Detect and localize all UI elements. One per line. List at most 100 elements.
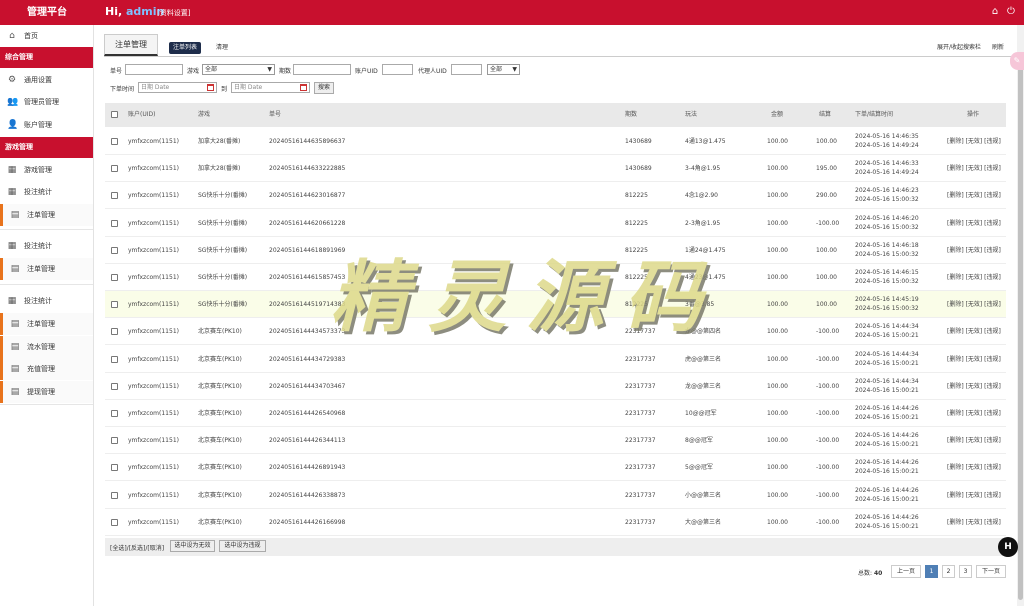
- cell-account: ymfxzcom(1151): [128, 518, 179, 526]
- sidebar-item-bet-stats-3[interactable]: ▦ 投注统计: [0, 290, 93, 312]
- row-checkbox[interactable]: [111, 355, 118, 363]
- row-actions[interactable]: [删除] [无效] [违规]: [947, 155, 1001, 182]
- row-checkbox[interactable]: [111, 382, 118, 390]
- row-actions[interactable]: [删除] [无效] [违规]: [947, 318, 1001, 345]
- profile-settings-link[interactable]: [资料设置]: [157, 8, 190, 18]
- game-select[interactable]: 全部 ▼: [202, 64, 275, 75]
- page-button[interactable]: 2: [942, 565, 955, 578]
- home-icon[interactable]: ⌂: [989, 6, 1001, 18]
- row-checkbox[interactable]: [111, 138, 118, 145]
- subtab-order-list[interactable]: 注单列表: [169, 42, 202, 54]
- table-row[interactable]: ymfxzcom(1151) 北京赛车(PK10) 2024051614443470…: [105, 373, 1006, 400]
- tab-order-management[interactable]: 注单管理: [104, 34, 158, 56]
- sidebar-item-withdraw-management[interactable]: ▤ 提现管理: [0, 381, 93, 403]
- row-checkbox[interactable]: [111, 491, 118, 499]
- row-checkbox[interactable]: [111, 437, 118, 445]
- document-icon: ▤: [10, 342, 20, 352]
- row-actions[interactable]: [删除] [无效] [违规]: [947, 373, 1001, 400]
- page-button[interactable]: 1: [925, 565, 938, 578]
- document-icon: ▤: [10, 264, 20, 274]
- row-checkbox[interactable]: [111, 410, 118, 417]
- account-uid-label: 账户UID: [355, 68, 378, 75]
- cell-account: ymfxzcom(1151): [128, 219, 179, 227]
- table-row[interactable]: ymfxzcom(1151) 北京赛车(PK10) 2024051614442689…: [105, 454, 1006, 482]
- sidebar-item-bet-stats-2[interactable]: ▦ 投注统计: [0, 235, 93, 257]
- table-row[interactable]: ymfxzcom(1151) 北京赛车(PK10) 2024051614442654…: [105, 400, 1006, 427]
- table-row[interactable]: ymfxzcom(1151) SG快乐十分(番摊) 2024051614462066…: [105, 210, 1006, 237]
- row-actions[interactable]: [删除] [无效] [违规]: [947, 427, 1001, 454]
- row-actions[interactable]: [删除] [无效] [违规]: [947, 346, 1001, 373]
- table-row[interactable]: ymfxzcom(1151) 加拿大28(番摊) 20240516144635896…: [105, 128, 1006, 155]
- select-links[interactable]: [全选]/[反选]/[取消]: [110, 543, 164, 552]
- row-checkbox[interactable]: [111, 518, 118, 526]
- row-actions[interactable]: [删除] [无效] [违规]: [947, 210, 1001, 237]
- order-no-input[interactable]: [125, 64, 183, 75]
- account-uid-input[interactable]: [382, 64, 413, 75]
- select-all-checkbox[interactable]: [111, 111, 118, 118]
- cell-settle: 100.00: [816, 274, 837, 281]
- row-actions[interactable]: [删除] [无效] [违规]: [947, 482, 1001, 509]
- scrollbar-thumb[interactable]: [1018, 60, 1023, 600]
- table-row[interactable]: ymfxzcom(1151) 北京赛车(PK10) 2024051614443472…: [105, 346, 1006, 373]
- sidebar-item-bet-stats[interactable]: ▦ 投注统计: [0, 181, 93, 203]
- agent-uid-input[interactable]: [451, 64, 482, 75]
- row-checkbox[interactable]: [111, 274, 118, 281]
- row-checkbox[interactable]: [111, 328, 118, 336]
- sidebar-item-order-management-3[interactable]: ▤ 注单管理: [0, 313, 93, 335]
- row-actions[interactable]: [删除] [无效] [违规]: [947, 400, 1001, 427]
- table-row[interactable]: ymfxzcom(1151) 北京赛车(PK10) 2024051614442633…: [105, 482, 1006, 509]
- row-checkbox[interactable]: [111, 219, 118, 227]
- row-checkbox[interactable]: [111, 464, 118, 472]
- row-actions[interactable]: [删除] [无效] [违规]: [947, 291, 1001, 318]
- table-row[interactable]: ymfxzcom(1151) 加拿大28(番摊) 20240516144633222…: [105, 155, 1006, 183]
- sidebar-item-general-settings[interactable]: ⚙ 通用设置: [0, 69, 93, 91]
- sidebar-item-admin-management[interactable]: 👥 管理员管理: [0, 91, 93, 113]
- cell-play: 4通13@1.475: [685, 138, 726, 145]
- power-icon[interactable]: ⏻: [1005, 6, 1017, 18]
- row-actions[interactable]: [删除] [无效] [违规]: [947, 264, 1001, 291]
- row-checkbox[interactable]: [111, 246, 118, 254]
- period-input[interactable]: [293, 64, 351, 75]
- sidebar-item-home[interactable]: ⌂ 首页: [0, 25, 93, 47]
- cell-game: SG快乐十分(番摊): [198, 246, 248, 254]
- sidebar-item-order-management[interactable]: ▤ 注单管理: [0, 204, 93, 226]
- refresh-link[interactable]: 刷新: [992, 42, 1004, 51]
- sidebar-item-flow-management[interactable]: ▤ 流水管理: [0, 336, 93, 358]
- order-time: 2024-05-16 14:46:33: [855, 160, 919, 168]
- agent-select[interactable]: 全部 ▼: [487, 64, 520, 75]
- set-violation-button[interactable]: 选中设为违规: [219, 540, 266, 552]
- next-page-button[interactable]: 下一页: [976, 565, 1006, 578]
- row-actions[interactable]: [删除] [无效] [违规]: [947, 454, 1001, 481]
- end-date-input[interactable]: 日期 Date: [231, 82, 310, 93]
- sidebar-item-order-management-2[interactable]: ▤ 注单管理: [0, 258, 93, 280]
- row-actions[interactable]: [删除] [无效] [违规]: [947, 128, 1001, 155]
- toggle-search-link[interactable]: 展开/收起搜索栏: [937, 42, 981, 51]
- row-checkbox[interactable]: [111, 192, 118, 200]
- row-checkbox[interactable]: [111, 301, 118, 309]
- cell-account: ymfxzcom(1151): [128, 382, 179, 390]
- sidebar-item-game-management[interactable]: ▦ 游戏管理: [0, 159, 93, 181]
- table-footer: [全选]/[反选]/[取消] 选中设为无效 选中设为违规: [105, 538, 1006, 556]
- table-row[interactable]: ymfxzcom(1151) 北京赛车(PK10) 2024051614442634…: [105, 427, 1006, 455]
- table-row[interactable]: ymfxzcom(1151) 北京赛车(PK10) 2024051614442616…: [105, 509, 1006, 536]
- search-button[interactable]: 搜索: [314, 82, 334, 94]
- row-actions[interactable]: [删除] [无效] [违规]: [947, 182, 1001, 209]
- start-date-input[interactable]: 日期 Date: [138, 82, 217, 93]
- row-checkbox[interactable]: [111, 165, 118, 173]
- prev-page-button[interactable]: 上一页: [891, 565, 921, 578]
- set-invalid-button[interactable]: 选中设为无效: [170, 540, 215, 552]
- floating-help-button[interactable]: H: [998, 537, 1018, 557]
- table-row[interactable]: ymfxzcom(1151) SG快乐十分(番摊) 2024051614462301…: [105, 182, 1006, 210]
- settle-time: 2024-05-16 15:00:32: [855, 223, 919, 231]
- side-widget-icon[interactable]: ✎: [1010, 52, 1024, 70]
- row-actions[interactable]: [删除] [无效] [违规]: [947, 509, 1001, 536]
- cell-order: 20240516144426344113: [269, 437, 346, 445]
- page-button[interactable]: 3: [959, 565, 972, 578]
- sidebar-item-account-management[interactable]: 👤 账户管理: [0, 114, 93, 136]
- sidebar-item-recharge-management[interactable]: ▤ 充值管理: [0, 358, 93, 380]
- order-time: 2024-05-16 14:44:26: [855, 513, 919, 521]
- cell-game: 北京赛车(PK10): [198, 355, 242, 363]
- cell-times: 2024-05-16 14:44:26 2024-05-16 15:00:21: [855, 509, 919, 536]
- subtab-clear[interactable]: 清理: [212, 42, 232, 54]
- row-actions[interactable]: [删除] [无效] [违规]: [947, 237, 1001, 264]
